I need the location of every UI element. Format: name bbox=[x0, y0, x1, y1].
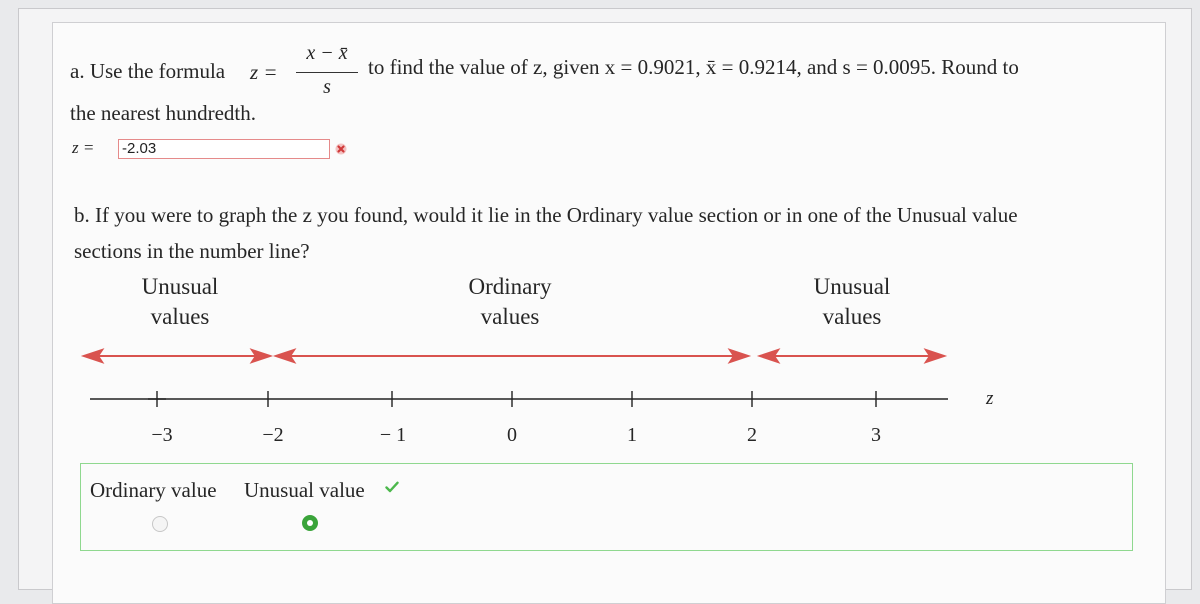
radio-unusual-value[interactable] bbox=[302, 515, 318, 531]
tick-label: − 1 bbox=[379, 424, 407, 446]
formula-denominator: s bbox=[323, 76, 331, 98]
part-a-prefix: a. Use the formula bbox=[70, 59, 226, 83]
option-unusual-label: Unusual value bbox=[244, 478, 365, 502]
part-a-line2: the nearest hundredth. bbox=[70, 101, 257, 125]
tick-label: 0 bbox=[507, 424, 517, 446]
red-x-icon bbox=[335, 143, 347, 155]
formula-fraction: x − x̄ s bbox=[286, 42, 368, 100]
number-line-graphic bbox=[80, 348, 948, 407]
tick-label: 1 bbox=[627, 424, 637, 446]
tick-label: −2 bbox=[262, 424, 284, 446]
unusual-left-label: Unusual values bbox=[141, 274, 219, 329]
part-b-line2: sections in the number line? bbox=[74, 239, 310, 263]
axis-label-z: z bbox=[986, 388, 994, 409]
answer-label: z = bbox=[72, 138, 95, 157]
section-arrows bbox=[80, 348, 948, 364]
fraction-bar bbox=[296, 72, 358, 73]
ordinary-label: Ordinary values bbox=[468, 274, 552, 329]
formula-numerator: x − x̄ bbox=[306, 42, 348, 64]
option-ordinary-label: Ordinary value bbox=[90, 478, 217, 502]
radio-ordinary-value[interactable] bbox=[152, 516, 168, 532]
formula-z-eq: z = bbox=[250, 60, 278, 84]
tick-label: 2 bbox=[747, 424, 757, 446]
part-b-line1: b. If you were to graph the z you found,… bbox=[74, 203, 1018, 227]
z-answer-input[interactable]: -2.03 bbox=[118, 139, 330, 159]
green-check-icon bbox=[385, 481, 399, 493]
unusual-right-label: Unusual values bbox=[813, 274, 891, 329]
tick-label: −3 bbox=[151, 424, 173, 446]
part-a-line1-suffix: to find the value of z, given x = 0.9021… bbox=[368, 55, 1019, 79]
answer-choices-box bbox=[80, 463, 1133, 551]
tick-label: 3 bbox=[871, 424, 881, 446]
